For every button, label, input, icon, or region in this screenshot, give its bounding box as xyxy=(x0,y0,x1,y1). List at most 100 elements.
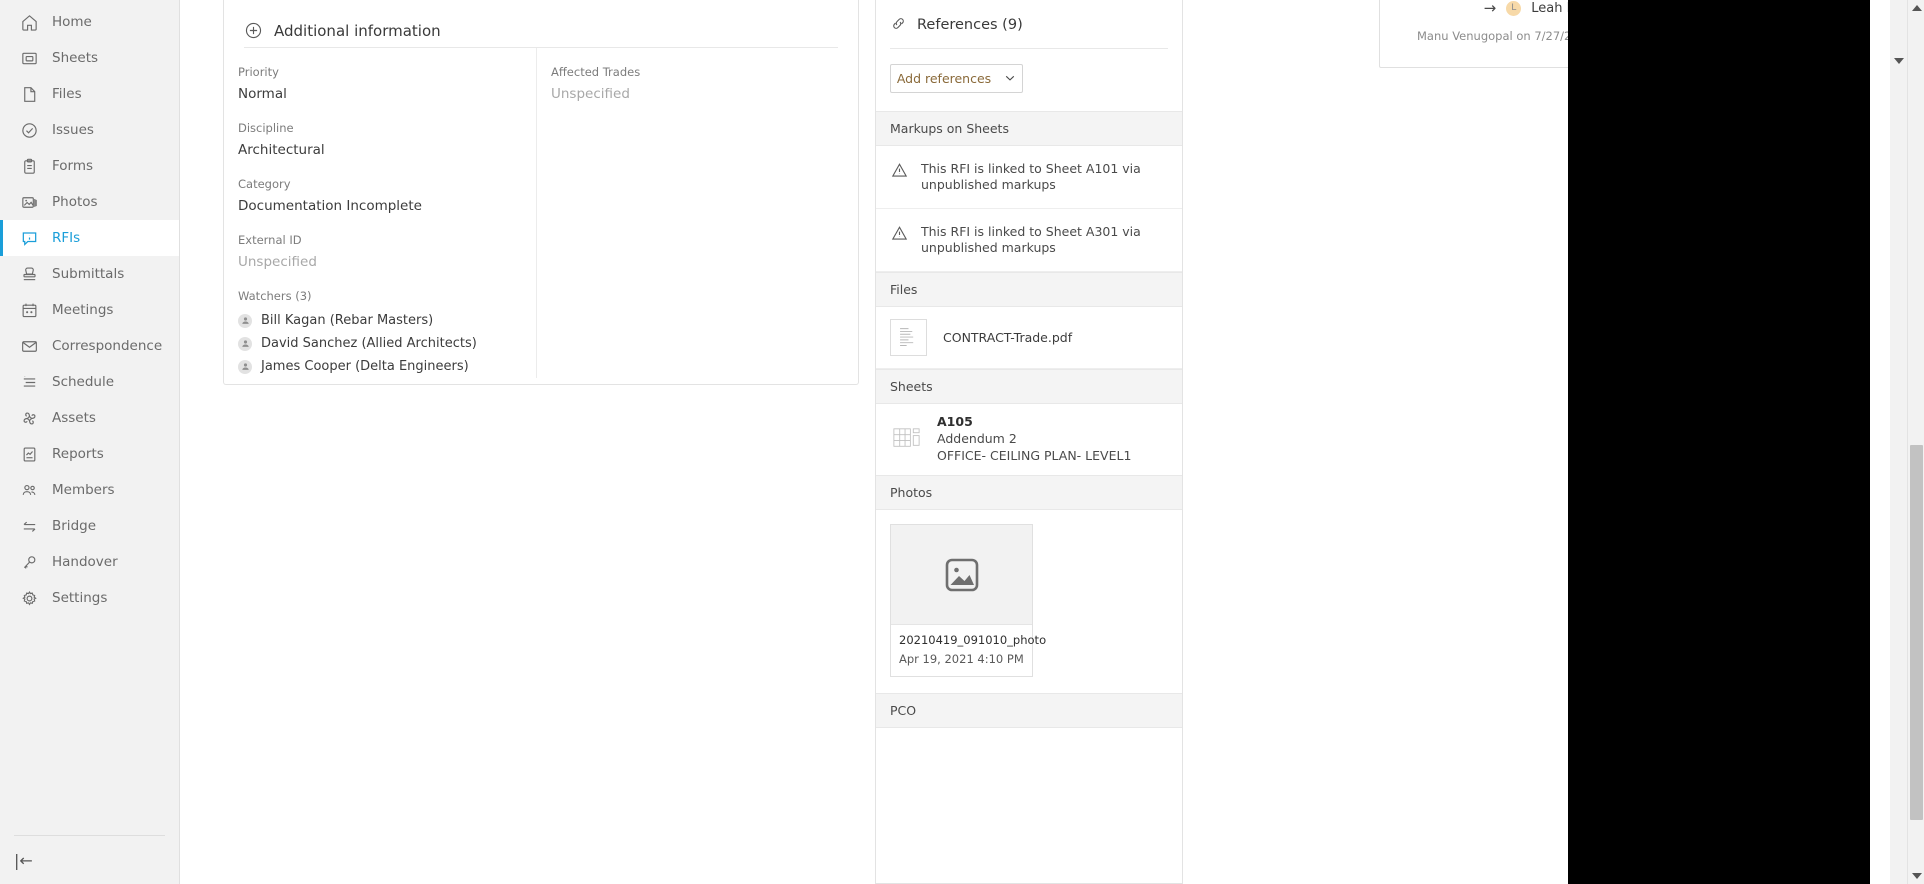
sidebar-item-label: Schedule xyxy=(52,374,115,390)
photos-icon xyxy=(20,193,39,212)
scroll-up-arrow-icon[interactable] xyxy=(1912,5,1922,11)
sheet-thumbnail-icon xyxy=(890,423,923,456)
sidebar-item-label: Home xyxy=(52,14,92,30)
photo-card[interactable]: 20210419_091010_photo Apr 19, 2021 4:10 … xyxy=(890,524,1047,677)
sidebar-item-photos[interactable]: Photos xyxy=(0,184,179,220)
sidebar-item-label: RFIs xyxy=(52,230,81,246)
sidebar-item-schedule[interactable]: Schedule xyxy=(0,364,179,400)
sidebar-nav-list: Home Sheets Files Issues Forms Photos RF… xyxy=(0,0,179,835)
watcher-item: David Sanchez (Allied Architects) xyxy=(238,332,516,355)
add-references-button[interactable]: Add references xyxy=(890,64,1023,93)
sidebar-item-label: Submittals xyxy=(52,266,125,282)
field-value: Unspecified xyxy=(551,86,630,102)
sidebar-item-assets[interactable]: Assets xyxy=(0,400,179,436)
field-label: Category xyxy=(238,177,291,191)
person-avatar-icon xyxy=(238,359,252,374)
markup-warning-row[interactable]: This RFI is linked to Sheet A301 via unp… xyxy=(876,209,1182,272)
references-divider xyxy=(890,48,1168,49)
add-references-label: Add references xyxy=(896,71,992,86)
markup-warning-text: This RFI is linked to Sheet A101 via unp… xyxy=(921,161,1141,192)
calendar-people-icon xyxy=(20,301,39,320)
sidebar-item-settings[interactable]: Settings xyxy=(0,580,179,616)
activity-inner: → L Leah Ho Manu Venugopal on 7/27/2021 … xyxy=(1380,0,1568,67)
file-name: CONTRACT-Trade.pdf xyxy=(943,330,1073,345)
app-root: Home Sheets Files Issues Forms Photos RF… xyxy=(0,0,1924,884)
section-header-markups: Markups on Sheets xyxy=(876,111,1182,146)
sheet-number: A105 xyxy=(937,414,973,429)
inner-scrollbar[interactable] xyxy=(1890,0,1907,884)
scrollbar-thumb[interactable] xyxy=(1910,445,1923,820)
sidebar-item-reports[interactable]: Reports xyxy=(0,436,179,472)
warning-triangle-icon xyxy=(890,224,909,256)
link-icon xyxy=(890,15,907,36)
sheet-item[interactable]: A105 Addendum 2 OFFICE- CEILING PLAN- LE… xyxy=(876,404,1182,475)
field-priority: Priority Normal xyxy=(238,65,516,102)
person-avatar-icon xyxy=(238,313,252,328)
clipboard-icon xyxy=(20,157,39,176)
field-label: Discipline xyxy=(238,121,294,135)
field-discipline: Discipline Architectural xyxy=(238,121,516,158)
watcher-name: Bill Kagan (Rebar Masters) xyxy=(261,313,434,328)
sidebar-item-label: Reports xyxy=(52,446,104,462)
sidebar-item-sheets[interactable]: Sheets xyxy=(0,40,179,76)
sidebar-item-label: Files xyxy=(52,86,82,102)
warning-triangle-icon xyxy=(890,161,909,193)
file-item[interactable]: CONTRACT-Trade.pdf xyxy=(876,307,1182,369)
watcher-item: Bill Kagan (Rebar Masters) xyxy=(238,309,516,332)
section-header-photos: Photos xyxy=(876,475,1182,510)
sidebar: Home Sheets Files Issues Forms Photos RF… xyxy=(0,0,180,884)
markup-warning-text: This RFI is linked to Sheet A301 via unp… xyxy=(921,224,1141,255)
sidebar-item-bridge[interactable]: Bridge xyxy=(0,508,179,544)
inner-scroll-down-arrow-icon[interactable] xyxy=(1894,58,1904,64)
sheet-description: OFFICE- CEILING PLAN- LEVEL1 xyxy=(937,448,1132,463)
right-field-column: Affected Trades Unspecified xyxy=(536,48,858,378)
report-chart-icon xyxy=(20,445,39,464)
sidebar-collapse-button[interactable]: |← xyxy=(0,836,179,884)
sidebar-item-label: Photos xyxy=(52,194,98,210)
sidebar-item-label: Sheets xyxy=(52,50,99,66)
photo-name: 20210419_091010_photo xyxy=(899,633,1047,647)
pdf-thumbnail-icon xyxy=(890,319,927,356)
sidebar-item-forms[interactable]: Forms xyxy=(0,148,179,184)
envelope-icon xyxy=(20,337,39,356)
sidebar-item-meetings[interactable]: Meetings xyxy=(0,292,179,328)
sidebar-item-submittals[interactable]: Submittals xyxy=(0,256,179,292)
references-header: References (9) xyxy=(876,0,1182,49)
field-value: Architectural xyxy=(238,142,325,158)
schedule-lines-icon xyxy=(20,373,39,392)
photo-info: 20210419_091010_photo Apr 19, 2021 4:10 … xyxy=(891,625,1047,676)
file-icon xyxy=(20,85,39,104)
sidebar-item-rfis[interactable]: RFIs xyxy=(0,220,179,256)
sidebar-item-issues[interactable]: Issues xyxy=(0,112,179,148)
references-title: References (9) xyxy=(917,17,1023,33)
markup-warning-row[interactable]: This RFI is linked to Sheet A101 via unp… xyxy=(876,146,1182,209)
section-header-sheets: Sheets xyxy=(876,369,1182,404)
sidebar-item-label: Handover xyxy=(52,554,118,570)
key-icon xyxy=(20,553,39,572)
check-circle-icon xyxy=(20,121,39,140)
sidebar-item-files[interactable]: Files xyxy=(0,76,179,112)
section-header-pco: PCO xyxy=(876,693,1182,728)
chevron-down-icon xyxy=(1004,69,1016,88)
sidebar-item-label: Members xyxy=(52,482,115,498)
sidebar-item-handover[interactable]: Handover xyxy=(0,544,179,580)
sidebar-item-label: Settings xyxy=(52,590,108,606)
speech-bubble-info-icon xyxy=(20,229,39,248)
watcher-name: James Cooper (Delta Engineers) xyxy=(261,359,469,374)
stamp-icon xyxy=(20,265,39,284)
scroll-down-arrow-icon[interactable] xyxy=(1912,873,1922,879)
assets-fan-icon xyxy=(20,409,39,428)
bridge-arrows-icon xyxy=(20,517,39,536)
sidebar-item-label: Meetings xyxy=(52,302,114,318)
sidebar-item-members[interactable]: Members xyxy=(0,472,179,508)
sidebar-item-correspondence[interactable]: Correspondence xyxy=(0,328,179,364)
field-affected-trades: Affected Trades Unspecified xyxy=(551,65,858,102)
field-label: Affected Trades xyxy=(551,65,641,79)
activity-card: → L Leah Ho Manu Venugopal on 7/27/2021 … xyxy=(1379,0,1568,68)
sidebar-item-label: Correspondence xyxy=(52,338,163,354)
plus-circle-icon[interactable] xyxy=(244,21,263,40)
avatar: L xyxy=(1506,0,1522,16)
gear-icon xyxy=(20,589,39,608)
page-scrollbar[interactable] xyxy=(1907,0,1924,884)
sidebar-item-home[interactable]: Home xyxy=(0,4,179,40)
